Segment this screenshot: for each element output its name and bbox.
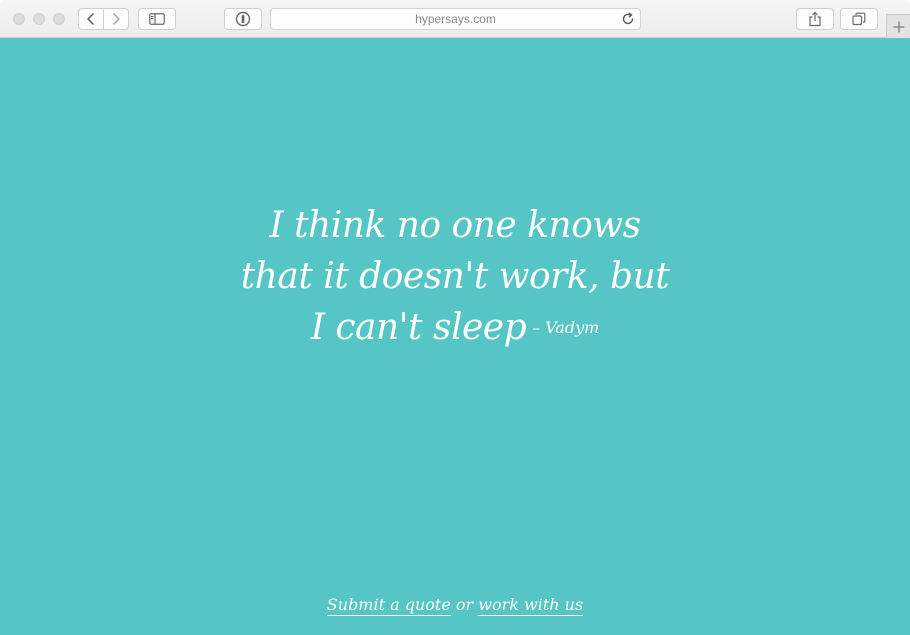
browser-window: hypersays.com I think no one knows that … bbox=[0, 0, 910, 635]
new-tab-button[interactable] bbox=[886, 14, 910, 38]
reload-icon[interactable] bbox=[621, 12, 635, 26]
window-zoom-button[interactable] bbox=[53, 13, 65, 25]
quote-block: I think no one knows that it doesn't wor… bbox=[0, 200, 910, 353]
footer-connector: or bbox=[455, 595, 474, 614]
submit-quote-link[interactable]: Submit a quote bbox=[326, 595, 451, 616]
window-close-button[interactable] bbox=[13, 13, 25, 25]
address-bar[interactable]: hypersays.com bbox=[270, 8, 641, 30]
privacy-report-icon bbox=[235, 11, 251, 27]
chevron-left-icon bbox=[87, 13, 94, 25]
footer-links: Submit a quote or work with us bbox=[0, 594, 910, 616]
quote-author: – Vadym bbox=[532, 318, 600, 337]
work-with-us-link[interactable]: work with us bbox=[478, 595, 584, 616]
browser-toolbar: hypersays.com bbox=[0, 0, 910, 38]
window-minimize-button[interactable] bbox=[33, 13, 45, 25]
chevron-right-icon bbox=[113, 13, 120, 25]
sidebar-icon bbox=[149, 13, 165, 25]
share-icon bbox=[809, 11, 821, 27]
sidebar-button[interactable] bbox=[138, 8, 176, 30]
share-button[interactable] bbox=[796, 8, 834, 30]
page-content: I think no one knows that it doesn't wor… bbox=[0, 38, 910, 635]
quote-line: I think no one knows bbox=[269, 205, 641, 246]
forward-button[interactable] bbox=[103, 8, 129, 30]
tab-overview-button[interactable] bbox=[840, 8, 878, 30]
quote-last-line: I can't sleep – Vadym bbox=[0, 302, 910, 353]
address-text: hypersays.com bbox=[415, 12, 496, 26]
quote-line: I can't sleep bbox=[310, 307, 527, 348]
quote-line: that it doesn't work, but bbox=[240, 256, 670, 297]
plus-icon bbox=[893, 21, 904, 32]
back-button[interactable] bbox=[78, 8, 104, 30]
privacy-report-button[interactable] bbox=[224, 8, 262, 30]
tab-overview-icon bbox=[852, 12, 866, 26]
